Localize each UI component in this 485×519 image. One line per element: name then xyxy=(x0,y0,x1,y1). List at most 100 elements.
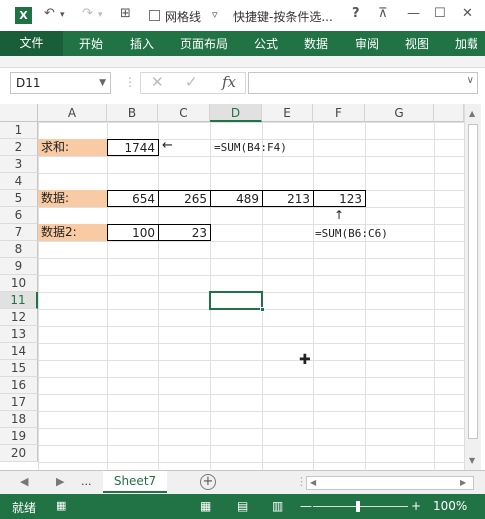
page-break-view-icon[interactable]: ▥ xyxy=(272,499,283,513)
row-header-7[interactable]: 7 xyxy=(0,224,38,241)
column-header-g[interactable]: G xyxy=(365,104,434,122)
column-header-f[interactable]: F xyxy=(313,104,365,122)
zoom-slider[interactable] xyxy=(313,506,408,507)
row-header-6[interactable]: 6 xyxy=(0,207,38,224)
add-sheet-button[interactable]: + xyxy=(200,474,216,490)
expand-formula-icon[interactable]: ∨ xyxy=(467,75,474,86)
formula-input[interactable]: ∨ xyxy=(248,72,478,94)
next-sheet-icon[interactable]: ▶ xyxy=(56,475,64,488)
tab-page-layout[interactable]: 页面布局 xyxy=(180,35,228,52)
cell-a7[interactable]: 数据2: xyxy=(38,224,107,241)
fill-handle[interactable] xyxy=(260,307,265,312)
excel-logo-icon: X xyxy=(15,7,32,24)
row-header-17[interactable]: 17 xyxy=(0,394,38,411)
undo-icon[interactable]: ↶ xyxy=(44,6,55,21)
scroll-left-icon[interactable]: ◀ xyxy=(310,477,316,489)
tab-view[interactable]: 视图 xyxy=(405,35,429,52)
worksheet-grid[interactable]: A B C D E F G 1 2 3 4 5 6 7 8 9 10 11 12… xyxy=(0,104,485,470)
cell-b5[interactable]: 654 xyxy=(107,190,159,207)
normal-view-icon[interactable]: ▦ xyxy=(200,499,211,513)
tab-insert[interactable]: 插入 xyxy=(130,35,154,52)
cell-c7[interactable]: 23 xyxy=(158,224,211,241)
window-title: 快捷键-按条件选... xyxy=(233,10,333,24)
arrow-left-icon: ← xyxy=(162,138,173,153)
tab-formulas[interactable]: 公式 xyxy=(254,35,278,52)
insert-function-icon[interactable]: fx xyxy=(222,73,236,91)
undo-dropdown-icon[interactable]: ▾ xyxy=(60,10,65,20)
row-header-1[interactable]: 1 xyxy=(0,122,38,139)
maximize-icon[interactable]: ☐ xyxy=(434,6,446,21)
help-icon[interactable]: ? xyxy=(352,6,360,21)
status-bar: 就绪 ▦ ▦ ▤ ▥ — + 100% xyxy=(0,494,485,519)
name-box[interactable]: D11 ▼ xyxy=(10,72,111,94)
tab-file[interactable]: 文件 xyxy=(0,31,63,56)
row-header-4[interactable]: 4 xyxy=(0,173,38,190)
macro-record-icon[interactable]: ▦ xyxy=(56,499,66,512)
column-header-d[interactable]: D xyxy=(210,104,262,122)
table-icon[interactable]: ⊞ xyxy=(120,6,131,21)
chevron-down-icon[interactable]: ▼ xyxy=(99,73,106,93)
sheet-tab-sheet7[interactable]: Sheet7 xyxy=(103,471,167,493)
row-header-8[interactable]: 8 xyxy=(0,241,38,258)
row-header-14[interactable]: 14 xyxy=(0,343,38,360)
row-header-11[interactable]: 11 xyxy=(0,292,38,309)
scroll-right-icon[interactable]: ▶ xyxy=(460,477,466,489)
row-header-9[interactable]: 9 xyxy=(0,258,38,275)
column-header-h[interactable] xyxy=(434,104,464,122)
close-icon[interactable]: ✕ xyxy=(462,6,473,21)
row-header-10[interactable]: 10 xyxy=(0,275,38,292)
cell-a2[interactable]: 求和: xyxy=(38,139,107,156)
cancel-icon[interactable]: ✕ xyxy=(151,73,164,91)
gridline xyxy=(365,122,366,470)
cell-c5[interactable]: 265 xyxy=(158,190,211,207)
column-header-e[interactable]: E xyxy=(262,104,313,122)
scroll-down-icon[interactable]: ▼ xyxy=(469,456,475,465)
tab-review[interactable]: 审阅 xyxy=(355,35,379,52)
customize-toolbar-icon[interactable]: ▿ xyxy=(212,8,218,21)
row-header-12[interactable]: 12 xyxy=(0,309,38,326)
ribbon-display-icon[interactable]: ⊼ xyxy=(378,6,388,21)
row-header-5[interactable]: 5 xyxy=(0,190,38,207)
minimize-icon[interactable]: — xyxy=(407,6,420,21)
cell-b7[interactable]: 100 xyxy=(107,224,159,241)
row-header-18[interactable]: 18 xyxy=(0,411,38,428)
row-header-3[interactable]: 3 xyxy=(0,156,38,173)
cell-b2[interactable]: 1744 xyxy=(107,139,159,156)
cell-d5[interactable]: 489 xyxy=(210,190,263,207)
zoom-out-button[interactable]: — xyxy=(300,499,312,513)
cell-f5[interactable]: 123 xyxy=(313,190,366,207)
row-header-16[interactable]: 16 xyxy=(0,377,38,394)
column-header-a[interactable]: A xyxy=(38,104,107,122)
row-header-13[interactable]: 13 xyxy=(0,326,38,343)
zoom-level[interactable]: 100% xyxy=(433,499,467,513)
vertical-scroll-thumb[interactable] xyxy=(468,124,478,439)
row-header-2[interactable]: 2 xyxy=(0,139,38,156)
redo-dropdown-icon[interactable]: ▾ xyxy=(98,10,103,20)
more-sheets-button[interactable]: ... xyxy=(81,475,92,488)
redo-icon[interactable]: ↷ xyxy=(82,6,93,21)
select-all-corner[interactable] xyxy=(0,104,38,122)
cell-a5[interactable]: 数据: xyxy=(38,190,107,207)
zoom-in-button[interactable]: + xyxy=(411,499,421,513)
row-header-15[interactable]: 15 xyxy=(0,360,38,377)
tab-home[interactable]: 开始 xyxy=(79,35,103,52)
enter-icon[interactable]: ✓ xyxy=(185,73,198,91)
page-layout-view-icon[interactable]: ▤ xyxy=(237,499,248,513)
gridlines-checkbox[interactable] xyxy=(149,10,160,21)
scroll-up-icon[interactable]: ▲ xyxy=(469,109,475,118)
zoom-slider-thumb[interactable] xyxy=(356,501,360,512)
row-header-19[interactable]: 19 xyxy=(0,428,38,445)
formula-bar-grip: ⋮ xyxy=(124,75,136,89)
cell-e5[interactable]: 213 xyxy=(262,190,314,207)
tab-addins[interactable]: 加载 xyxy=(455,35,477,52)
horizontal-scrollbar[interactable]: ◀ ▶ xyxy=(306,476,474,490)
tab-data[interactable]: 数据 xyxy=(304,35,328,52)
active-cell-d11[interactable] xyxy=(209,291,265,312)
column-header-c[interactable]: C xyxy=(158,104,210,122)
prev-sheet-icon[interactable]: ◀ xyxy=(20,475,28,488)
row-header-20[interactable]: 20 xyxy=(0,445,38,462)
arrow-up-icon: ↑ xyxy=(334,208,345,222)
column-header-b[interactable]: B xyxy=(107,104,158,122)
vertical-scrollbar[interactable]: ▲ ▼ xyxy=(464,104,481,470)
formula-bar: D11 ▼ ⋮ ✕ ✓ fx ∨ xyxy=(0,68,485,98)
